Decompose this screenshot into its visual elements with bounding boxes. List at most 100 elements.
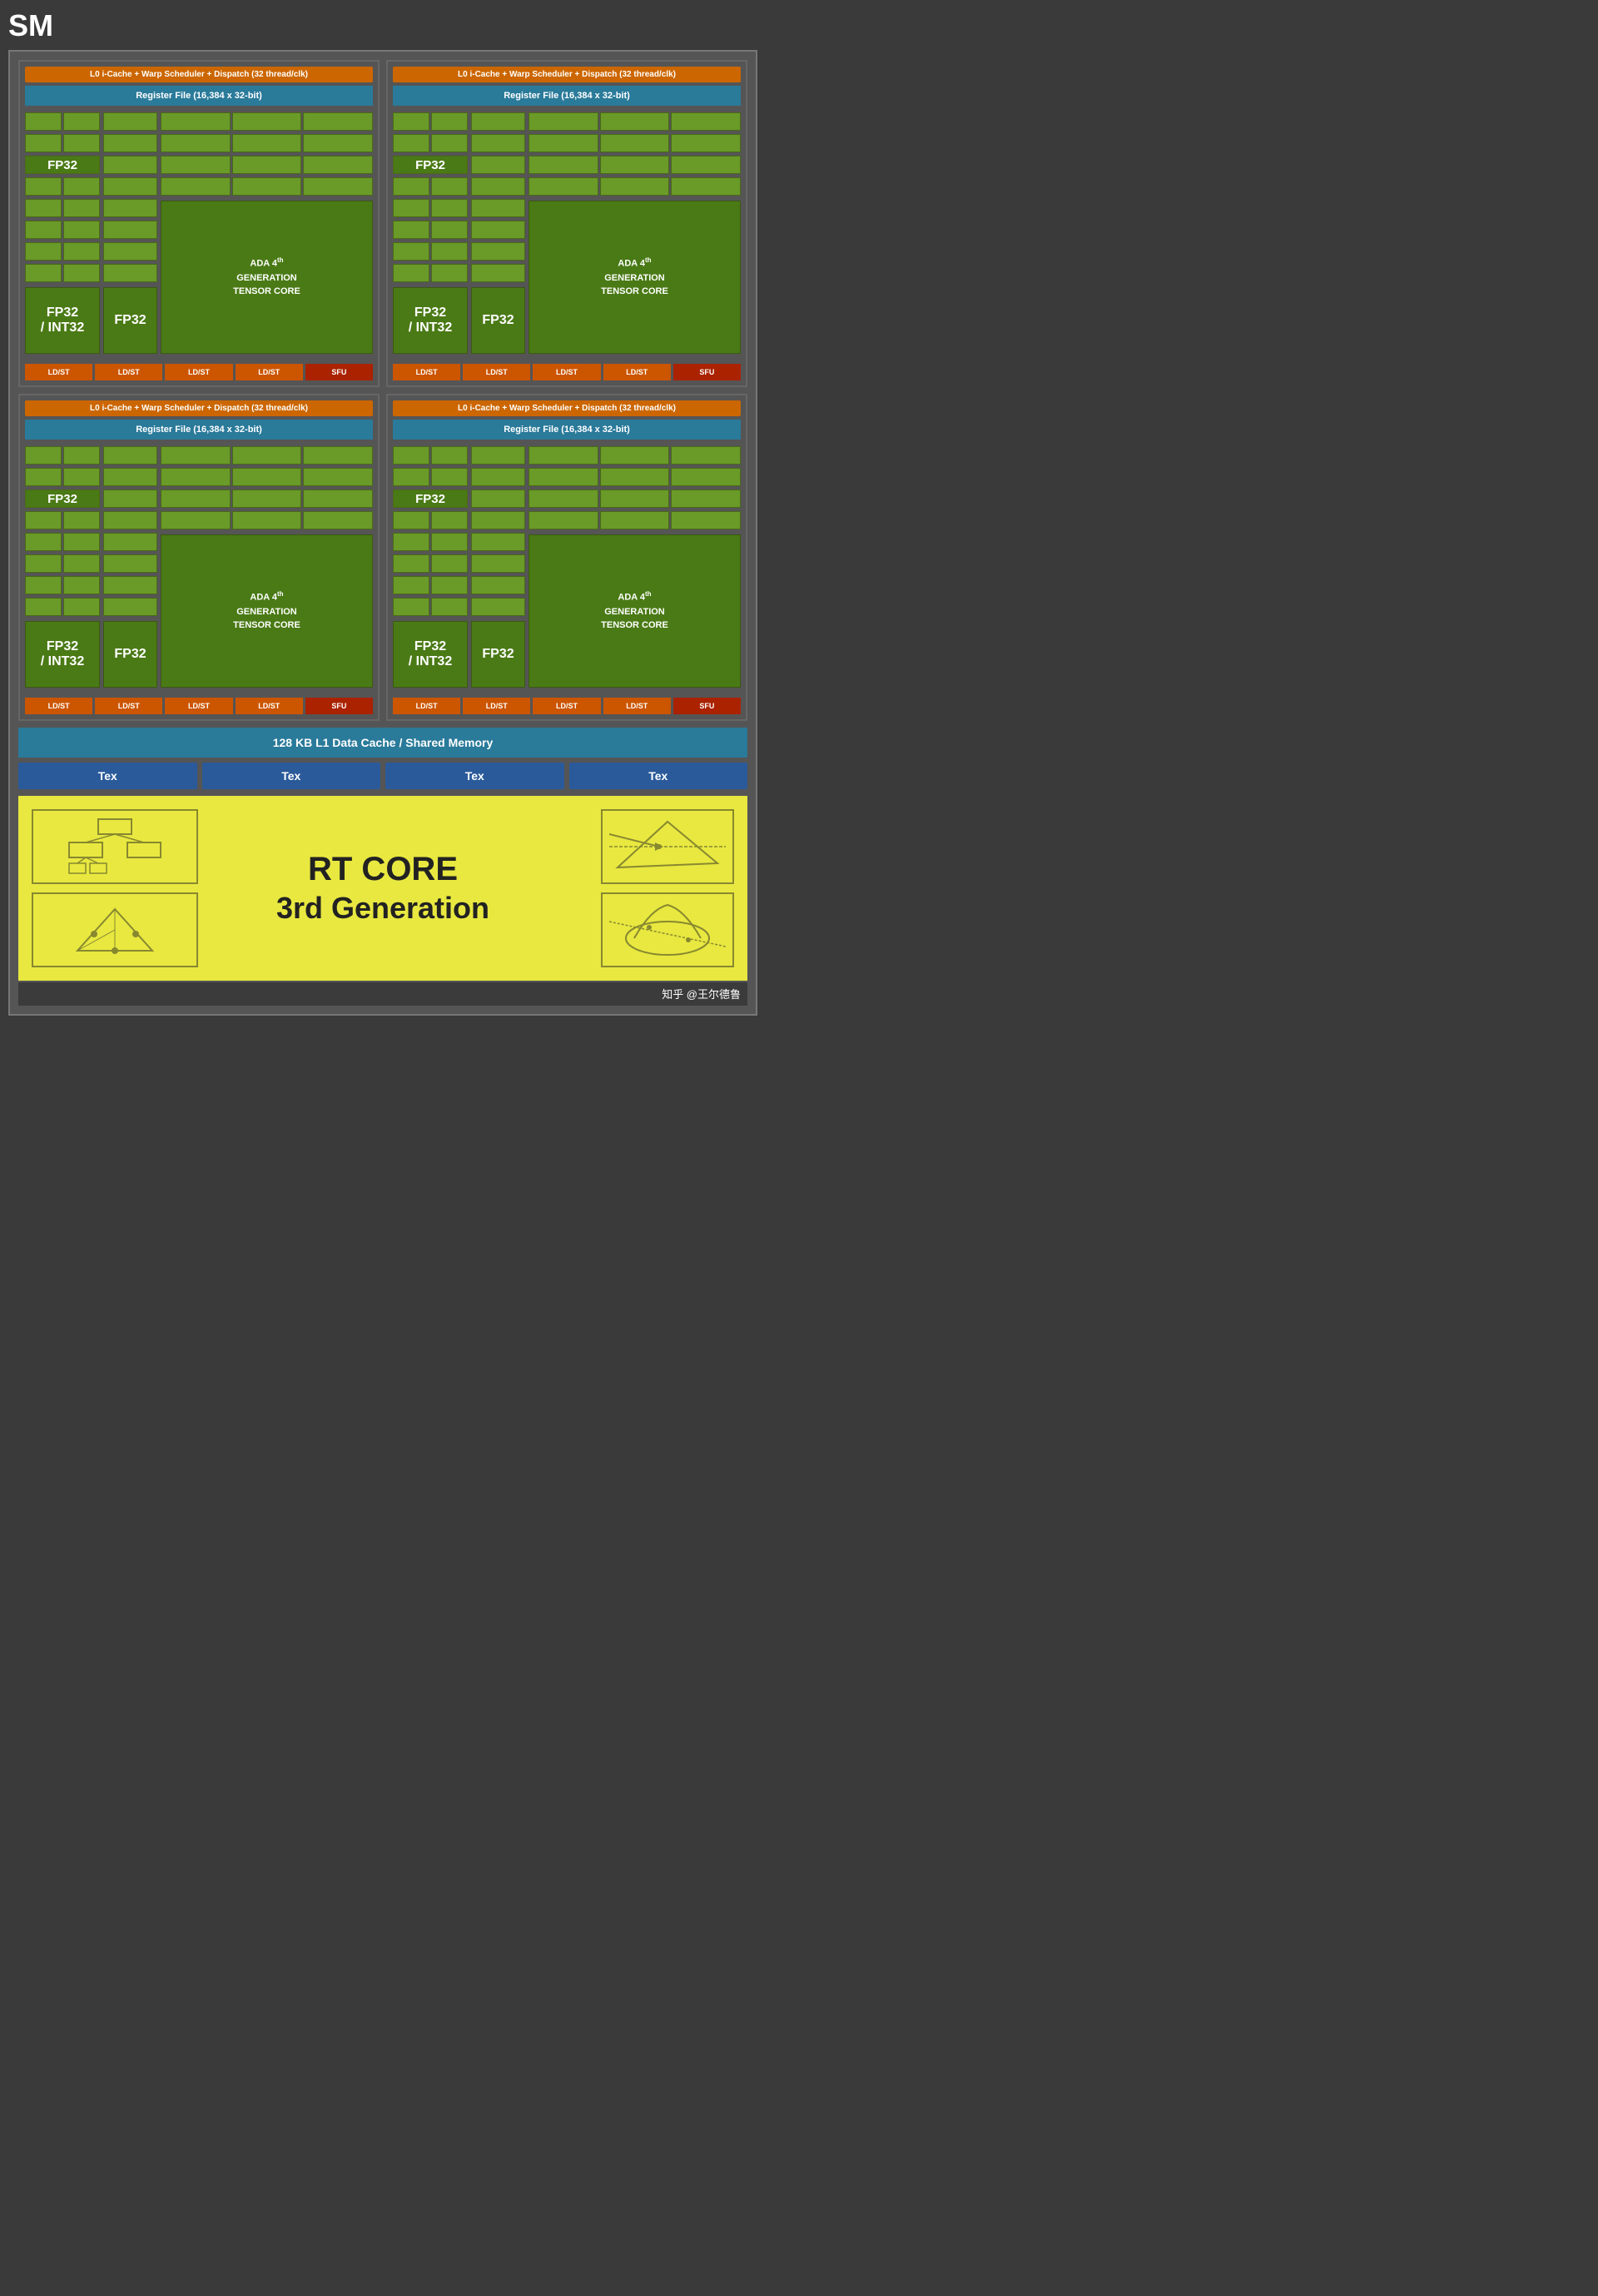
cell [431,554,468,573]
ldst-1-2: LD/ST [95,364,162,380]
sm-title: SM [8,8,53,43]
cell: FP32 [25,156,100,174]
cell [529,112,598,131]
sm-container: L0 i-Cache + Warp Scheduler + Dispatch (… [8,50,757,1016]
cores-section-3: FP32 FP32/ INT32 [25,443,373,691]
cell [25,242,62,261]
ldst-2-3: LD/ST [533,364,600,380]
warp-scheduler-bar-3: L0 i-Cache + Warp Scheduler + Dispatch (… [25,400,373,416]
cell [431,221,468,239]
cell [393,264,429,282]
cell [671,156,741,174]
cell [529,511,598,529]
quadrant-4: L0 i-Cache + Warp Scheduler + Dispatch (… [386,394,747,721]
cell [63,468,100,486]
cell [393,221,429,239]
cell [471,446,525,465]
tensor-label-2: ADA 4thGENERATIONTENSOR CORE [601,256,668,298]
register-file-bar-2: Register File (16,384 x 32-bit) [393,86,741,106]
tensor-label-1: ADA 4thGENERATIONTENSOR CORE [233,256,300,298]
cell [671,511,741,529]
warp-scheduler-bar-1: L0 i-Cache + Warp Scheduler + Dispatch (… [25,67,373,82]
cell [529,490,598,508]
tex-box-3: Tex [385,763,564,789]
cell [25,177,62,196]
ldst-3-1: LD/ST [25,698,92,714]
cell: FP32 [393,156,468,174]
cell [103,598,157,616]
cell [103,446,157,465]
cell [393,468,429,486]
fp32-int32-col-1: FP32 FP32/ INT32 [25,112,100,354]
cell [103,112,157,131]
cell [393,554,429,573]
sfu-2: SFU [673,364,741,380]
fp32-int32-label-1: FP32/ INT32 [41,306,84,335]
tensor-label-3: ADA 4thGENERATIONTENSOR CORE [233,589,300,632]
tex-box-4: Tex [569,763,748,789]
cell [25,264,62,282]
cell [25,554,62,573]
cell [471,134,525,152]
top-quadrants-row: L0 i-Cache + Warp Scheduler + Dispatch (… [18,60,747,387]
bottom-bar-2: LD/ST LD/ST LD/ST LD/ST SFU [393,360,741,380]
cell [25,221,62,239]
bottom-bar-3: LD/ST LD/ST LD/ST LD/ST SFU [25,694,373,714]
watermark-text: 知乎 @王尔德鲁 [662,988,741,1001]
cell [431,598,468,616]
ldst-1-1: LD/ST [25,364,92,380]
cell [303,112,373,131]
watermark-bar: 知乎 @王尔德鲁 [18,982,747,1006]
cell [103,177,157,196]
cell [63,177,100,196]
cell [103,468,157,486]
cell [63,264,100,282]
rt-diagram-left-2 [32,892,198,967]
cell [471,221,525,239]
cell [103,554,157,573]
ldst-3-3: LD/ST [165,698,232,714]
cell [431,533,468,551]
ldst-2-4: LD/ST [603,364,671,380]
cell [25,598,62,616]
cell [471,576,525,594]
tensor-col-1: ADA 4thGENERATIONTENSOR CORE [161,112,373,354]
tex-box-1: Tex [18,763,197,789]
fp32-label-1: FP32 [114,313,146,328]
cell [431,242,468,261]
bottom-quadrants-row: L0 i-Cache + Warp Scheduler + Dispatch (… [18,394,747,721]
rt-core-center: RT CORE 3rd Generation [198,849,568,928]
tensor-label-4: ADA 4thGENERATIONTENSOR CORE [601,589,668,632]
fp32-label-4: FP32 [482,647,514,662]
cell [600,446,670,465]
cores-section-4: FP32 FP32/ INT32 [393,443,741,691]
tex-row: Tex Tex Tex Tex [18,763,747,789]
fp32-col-4: FP32 [471,446,525,688]
cell [393,177,429,196]
ldst-1-3: LD/ST [165,364,232,380]
cell [471,554,525,573]
cell [63,134,100,152]
sphere-diagram-icon [609,901,726,959]
cell [303,490,373,508]
cell [25,468,62,486]
fp32-col-3: FP32 [103,446,157,688]
fp32-label-2: FP32 [482,313,514,328]
cell [393,533,429,551]
rt-core-title-text: RT CORE [198,849,568,889]
cell [161,112,231,131]
bottom-bar-1: LD/ST LD/ST LD/ST LD/ST SFU [25,360,373,380]
cell [303,134,373,152]
sfu-4: SFU [673,698,741,714]
cell [103,221,157,239]
cell [303,446,373,465]
tensor-col-4: ADA 4thGENERATIONTENSOR CORE [529,446,741,688]
fp32-int32-label-2: FP32/ INT32 [409,306,452,335]
ldst-4-2: LD/ST [463,698,530,714]
cell [63,446,100,465]
cell [303,511,373,529]
cell [25,511,62,529]
ldst-4-1: LD/ST [393,698,460,714]
cell [600,177,670,196]
tensor-col-2: ADA 4thGENERATIONTENSOR CORE [529,112,741,354]
